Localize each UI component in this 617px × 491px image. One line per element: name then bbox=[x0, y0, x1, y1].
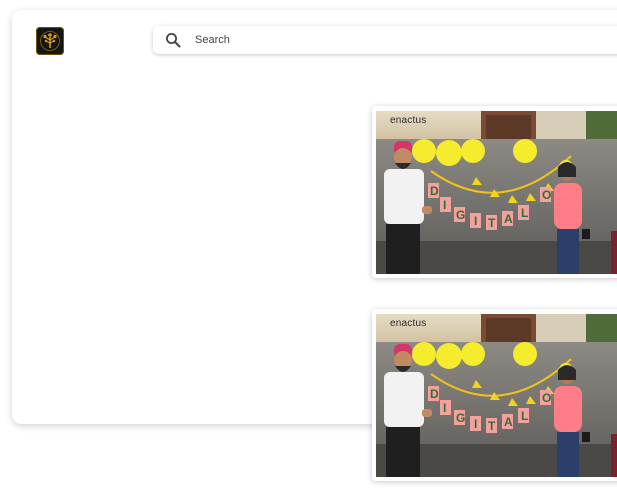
tree-logo-icon[interactable] bbox=[36, 27, 64, 55]
search-bar[interactable] bbox=[153, 26, 617, 54]
search-input[interactable] bbox=[193, 27, 597, 53]
event-photo[interactable]: enactus bbox=[376, 111, 617, 274]
app-screen: enactus enactus bbox=[0, 0, 617, 491]
search-icon[interactable] bbox=[159, 26, 187, 54]
photo-card[interactable]: enactus bbox=[372, 106, 617, 278]
photo-brand-label: enactus bbox=[390, 115, 427, 126]
photo-brand-label: enactus bbox=[390, 318, 427, 329]
event-photo[interactable]: enactus bbox=[376, 314, 617, 477]
photo-card[interactable]: enactus bbox=[372, 309, 617, 481]
